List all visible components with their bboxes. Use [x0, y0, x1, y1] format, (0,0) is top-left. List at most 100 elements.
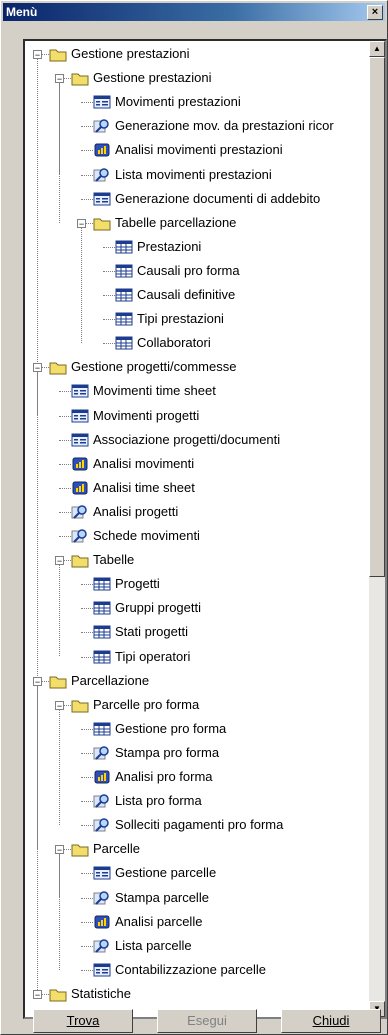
tree-connector: [37, 59, 38, 79]
tree-connector: [81, 873, 93, 875]
window-title: Menù: [6, 5, 38, 19]
tree-item-label: Gestione prestazioni: [71, 46, 190, 61]
table-icon: [93, 649, 111, 665]
execute-button[interactable]: Esegui: [157, 1009, 257, 1033]
tree-item-label: Causali pro forma: [137, 262, 240, 278]
tree-item-label: Generazione documenti di addebito: [115, 190, 321, 206]
tree-item-label: Schede movimenti: [93, 528, 200, 543]
analysis-icon: [93, 914, 111, 930]
tree-item-label: Gestione progetti/commesse: [71, 359, 237, 375]
close-button-label: Chiudi: [312, 1013, 350, 1028]
folder-icon: [49, 986, 67, 1002]
table-icon: [115, 239, 133, 255]
tree-connector: [81, 945, 93, 947]
collapse-toggle-icon[interactable]: −: [33, 363, 42, 373]
tree-item-label: Prestazioni: [137, 238, 202, 254]
close-icon[interactable]: ×: [367, 5, 383, 20]
tree-connector: [103, 295, 115, 296]
tree-item-label: Movimenti time sheet: [93, 383, 216, 399]
magnifier-icon: [93, 793, 111, 809]
collapse-toggle-icon[interactable]: −: [33, 676, 42, 686]
form-icon: [71, 432, 89, 448]
collapse-toggle-icon[interactable]: −: [55, 556, 64, 566]
folder-icon: [49, 46, 67, 62]
analysis-icon: [93, 142, 111, 158]
tree-item-label: Gruppi progetti: [115, 600, 201, 616]
title-bar: Menù ×: [3, 3, 385, 21]
tree-connector: [81, 801, 93, 803]
tree-item-label: Collaboratori: [137, 335, 211, 351]
tree-connector: [59, 391, 71, 393]
tree-connector: [59, 487, 71, 489]
form-icon: [71, 408, 89, 424]
tree-item-label: Causali definitive: [137, 287, 236, 302]
folder-icon: [71, 697, 89, 713]
form-icon: [71, 383, 89, 399]
tree-connector: [81, 752, 93, 754]
magnifier-icon: [93, 745, 111, 761]
tree-connector: [81, 969, 93, 971]
tree-connector: [81, 728, 93, 730]
tree-item-label: Analisi parcelle: [115, 913, 203, 929]
tree-connector: [103, 343, 115, 345]
collapse-toggle-icon[interactable]: −: [33, 989, 42, 999]
tree-item-label: Parcellazione: [71, 672, 150, 688]
tree-connector: [81, 897, 93, 899]
form-icon: [93, 962, 111, 978]
tree-item-label: Gestione prestazioni: [93, 70, 212, 86]
table-icon: [115, 311, 133, 327]
collapse-toggle-icon[interactable]: −: [33, 50, 42, 60]
form-icon: [93, 94, 111, 110]
collapse-toggle-icon[interactable]: −: [77, 218, 86, 228]
magnifier-icon: [93, 817, 111, 833]
tree-item-label: Analisi progetti: [93, 503, 179, 519]
tree-item-label: Stampa parcelle: [115, 889, 209, 905]
table-icon: [93, 721, 111, 737]
find-button-label: Trova: [66, 1013, 100, 1028]
magnifier-icon: [71, 528, 89, 544]
find-button[interactable]: Trova: [33, 1009, 133, 1033]
magnifier-icon: [93, 167, 111, 183]
tree-connector: [103, 246, 115, 248]
tree-connector: [81, 632, 93, 634]
table-icon: [115, 287, 133, 303]
vertical-scrollbar[interactable]: ▲ ▼: [369, 41, 385, 1017]
tree-item-label: Analisi time sheet: [93, 479, 195, 495]
tree-connector: [37, 372, 38, 561]
folder-icon: [71, 841, 89, 857]
tree-connector: [59, 511, 71, 513]
tree-item-label: Analisi movimenti prestazioni: [115, 142, 283, 158]
folder-icon: [49, 359, 67, 375]
collapse-toggle-icon[interactable]: −: [55, 74, 64, 84]
collapse-toggle-icon[interactable]: −: [55, 700, 64, 710]
tree-connector: [81, 150, 93, 152]
tree-connector: [59, 709, 60, 826]
tree-connector: [59, 854, 60, 970]
magnifier-icon: [93, 938, 111, 954]
folder-icon: [49, 673, 67, 689]
form-icon: [93, 865, 111, 881]
magnifier-icon: [93, 890, 111, 906]
folder-icon: [71, 552, 89, 568]
folder-icon: [93, 215, 111, 231]
tree-item-label: Stampa pro forma: [115, 744, 220, 760]
tree-item-label: Progetti: [115, 576, 160, 592]
scroll-up-icon[interactable]: ▲: [369, 41, 385, 57]
tree-connector: [81, 584, 93, 586]
scroll-thumb[interactable]: [369, 57, 385, 577]
tree-item-label: Gestione parcelle: [115, 865, 217, 881]
tree-connector: [81, 227, 82, 344]
table-icon: [115, 335, 133, 351]
collapse-toggle-icon[interactable]: −: [55, 845, 64, 855]
analysis-icon: [71, 456, 89, 472]
close-button[interactable]: Chiudi: [281, 1009, 381, 1033]
tree-connector: [103, 270, 115, 272]
analysis-icon: [93, 769, 111, 785]
tree-connector: [59, 565, 60, 657]
analysis-icon: [71, 480, 89, 496]
tree-connector: [81, 174, 93, 176]
tree-connector: [59, 536, 71, 537]
folder-icon: [71, 70, 89, 86]
tree-item-label: Tipi prestazioni: [137, 311, 224, 327]
tree-item-label: Parcelle: [93, 841, 140, 857]
